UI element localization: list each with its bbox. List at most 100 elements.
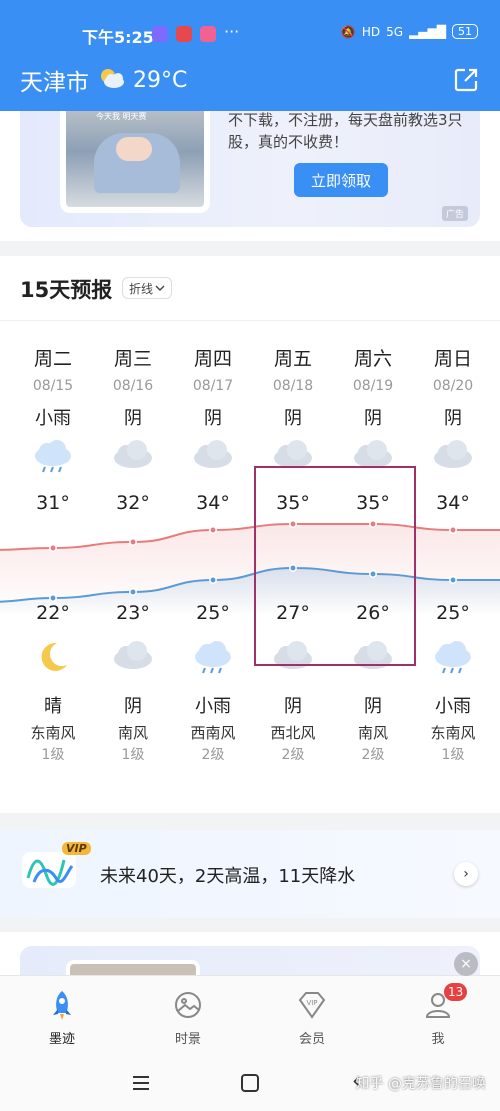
menu-icon[interactable]: [132, 1075, 150, 1095]
wind-level: 2级: [281, 747, 305, 763]
city-name[interactable]: 天津市: [20, 63, 89, 97]
current-temperature: 29°C: [133, 67, 188, 93]
weekday: 周五: [273, 348, 312, 370]
overcast-cloud-icon: [111, 639, 155, 675]
bottom-nav: 墨迹 时景 VIP 会员 我: [0, 975, 500, 1057]
mute-icon: 🔕: [340, 24, 356, 39]
date: 08/18: [272, 378, 314, 394]
app-notification-icon: [176, 26, 192, 42]
status-right: 🔕 HD 5G ▂▄▆█ 51: [341, 24, 478, 39]
selection-highlight-box: [254, 466, 416, 666]
hd-icon: HD: [361, 24, 381, 39]
ad-tag: 广告: [441, 206, 468, 221]
notification-badge: 13: [444, 983, 468, 1001]
wind-level: 2级: [361, 747, 385, 763]
vip-forecast-summary: 未来40天，2天高温，11天降水: [100, 866, 356, 887]
nav-item-moji[interactable]: 墨迹: [12, 988, 112, 1047]
more-notifications-icon: ···: [224, 22, 240, 41]
signal-icon: ▂▄▆█: [409, 24, 446, 39]
ad-banner[interactable]: 今天我 明天赛 不下载，不注册，每天盘前教选3只股，真的不收费！ 立即领取 广告: [20, 111, 480, 227]
high-temp: 31°: [36, 492, 70, 514]
night-condition: 阴: [364, 696, 382, 717]
high-temp: 34°: [436, 492, 470, 514]
system-nav-bar: ‹ 知乎 @克苏鲁的召唤: [0, 1057, 500, 1111]
app-notification-icon: [200, 26, 216, 42]
watermark: 知乎 @克苏鲁的召唤: [355, 1076, 486, 1092]
status-bar: 下午5:25 ··· 🔕 HD 5G ▂▄▆█ 51: [0, 22, 500, 48]
wind-direction: 西南风: [190, 724, 236, 742]
partly-cloudy-icon: [97, 66, 127, 94]
ad-text: 不下载，不注册，每天盘前教选3只股，真的不收费！: [228, 111, 463, 151]
wind-level: 1级: [41, 747, 65, 763]
weekday: 周三: [113, 348, 152, 370]
app-notification-icon: [152, 26, 168, 42]
rain-cloud-icon: [431, 639, 475, 675]
vip-badge: VIP: [62, 842, 91, 855]
vip-banner-bg: VIP 未来40天，2天高温，11天降水 ›: [0, 830, 500, 918]
svg-text:VIP: VIP: [306, 999, 317, 1007]
forecast-day-column[interactable]: 周日 08/20 阴 34° 25° 小雨 东南风 1级: [413, 256, 493, 813]
battery-icon: 51: [452, 24, 478, 39]
date: 08/16: [112, 378, 154, 394]
forecast-day-column[interactable]: 周二 08/15 小雨 31° 22° 晴东南风 1级: [13, 256, 93, 813]
location-header[interactable]: 天津市 29°C: [20, 58, 187, 102]
date: 08/19: [352, 378, 394, 394]
ad-photo-hands: [116, 137, 152, 161]
low-temp: 22°: [36, 602, 70, 624]
wind-level: 1级: [441, 747, 465, 763]
ad-photo-caption: 今天我 明天赛: [96, 112, 147, 121]
moon-icon: [31, 639, 75, 675]
network-label: 5G: [386, 24, 404, 39]
low-temp: 25°: [196, 602, 230, 624]
day-condition: 小雨: [35, 408, 71, 429]
wind-direction: 西北风: [270, 724, 316, 742]
rocket-icon: [45, 988, 79, 1022]
ad-section: 今天我 明天赛 不下载，不注册，每天盘前教选3只股，真的不收费！ 立即领取 广告: [0, 111, 500, 241]
vip-diamond-icon: VIP: [295, 988, 329, 1022]
forecast-day-column[interactable]: 周三 08/16 阴 32° 23° 阴南风 1级: [93, 256, 173, 813]
ad-photo: 今天我 明天赛: [60, 111, 210, 213]
status-time: 下午5:25: [82, 28, 154, 47]
date: 08/15: [32, 378, 74, 394]
chevron-right-icon[interactable]: ›: [454, 862, 478, 886]
home-icon[interactable]: [241, 1074, 259, 1092]
rain-cloud-icon: [31, 438, 75, 474]
forecast-card: 15天预报 折线 周二 08/15 小雨 31° 22° 晴东南风 1级 周三 08/16 阴 32…: [0, 256, 500, 813]
weekday: 周日: [433, 348, 472, 370]
forecast-day-column[interactable]: 周四 08/17 阴 34° 25° 小雨 西南风 2级: [173, 256, 253, 813]
nav-label: 墨迹: [48, 1032, 75, 1047]
night-condition: 小雨: [195, 696, 231, 717]
date: 08/20: [432, 378, 474, 394]
vip-banner[interactable]: VIP 未来40天，2天高温，11天降水 ›: [0, 830, 500, 918]
nav-item-shijing[interactable]: 时景: [138, 988, 238, 1047]
wind-direction: 南风: [117, 724, 148, 742]
claim-button[interactable]: 立即领取: [294, 163, 388, 197]
low-temp: 25°: [436, 602, 470, 624]
wind-level: 2级: [201, 747, 225, 763]
night-condition: 晴: [44, 696, 62, 717]
date: 08/17: [192, 378, 234, 394]
weekday: 周四: [193, 348, 232, 370]
top-bar: 下午5:25 ··· 🔕 HD 5G ▂▄▆█ 51 天津市 29°C: [0, 0, 500, 111]
low-temp: 23°: [116, 602, 150, 624]
wind-level: 1级: [121, 747, 145, 763]
rain-cloud-icon: [191, 639, 235, 675]
wind-direction: 南风: [357, 724, 388, 742]
overcast-cloud-icon: [191, 438, 235, 474]
night-condition: 阴: [284, 696, 302, 717]
nav-item-vip[interactable]: VIP 会员: [262, 988, 362, 1047]
night-condition: 小雨: [435, 696, 471, 717]
nav-item-me[interactable]: 我: [388, 988, 488, 1047]
overcast-cloud-icon: [431, 438, 475, 474]
share-icon[interactable]: [452, 66, 480, 98]
close-ad-button[interactable]: ×: [454, 952, 478, 976]
weekday: 周二: [33, 348, 72, 370]
nav-label: 会员: [298, 1032, 325, 1047]
day-condition: 阴: [364, 408, 382, 429]
overcast-cloud-icon: [111, 438, 155, 474]
high-temp: 32°: [116, 492, 150, 514]
photo-icon: [171, 988, 205, 1022]
day-condition: 阴: [284, 408, 302, 429]
wind-direction: 东南风: [430, 724, 476, 742]
high-temp: 34°: [196, 492, 230, 514]
